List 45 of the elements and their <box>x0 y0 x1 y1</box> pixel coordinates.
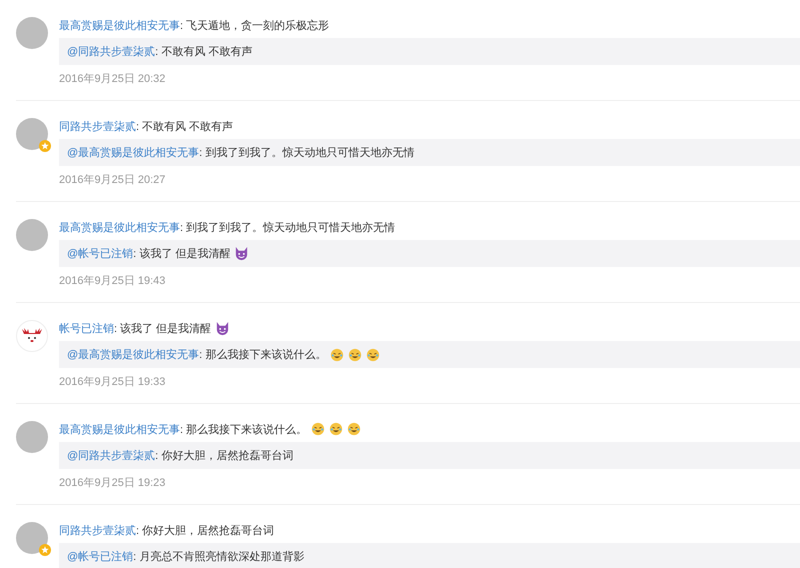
user-link[interactable]: @帐号已注销 <box>67 246 134 261</box>
avatar-photo-placeholder[interactable] <box>16 219 48 251</box>
avatar-photo-placeholder[interactable] <box>16 522 48 554</box>
user-link[interactable]: 同路共步壹柒贰 <box>59 522 136 538</box>
comment-text: : 飞天遁地，贪一刻的乐极忘形 <box>180 18 330 32</box>
user-link[interactable]: @帐号已注销 <box>67 549 134 564</box>
comment-text: : 到我了到我了。惊天动地只可惜天地亦无情 <box>180 220 396 234</box>
user-link[interactable]: @最高赏赐是彼此相安无事 <box>67 347 200 362</box>
reply-text: : 到我了到我了。惊天动地只可惜天地亦无情 <box>199 146 414 160</box>
comment-text: : 那么我接下来该说什么。 <box>180 422 308 436</box>
user-link[interactable]: 最高赏赐是彼此相安无事 <box>59 422 180 436</box>
user-link[interactable]: @同路共步壹柒贰 <box>67 44 156 59</box>
star-badge-icon <box>39 140 51 152</box>
comment-text: : 该我了 但是我清醒 <box>114 322 212 336</box>
user-link[interactable]: @同路共步壹柒贰 <box>67 448 156 463</box>
avatar-photo-placeholder[interactable] <box>16 421 48 453</box>
reply-text: : 月亮总不肯照亮情欲深处那道背影 <box>133 550 304 564</box>
user-link[interactable]: 帐号已注销 <box>59 320 114 336</box>
reply-text: : 你好大胆，居然抢磊哥台词 <box>155 449 294 463</box>
timestamp: 2016年9月25日 19:43 <box>59 275 166 288</box>
timestamp: 2016年9月25日 20:32 <box>59 73 166 86</box>
devil-emoji-icon <box>234 246 250 261</box>
timestamp: 2016年9月25日 19:23 <box>59 477 166 490</box>
timestamp: 2016年9月25日 19:33 <box>59 376 166 389</box>
devil-emoji-icon <box>215 320 230 336</box>
comment-text: : 你好大胆，居然抢磊哥台词 <box>136 524 274 538</box>
laughing-emoji-icon <box>348 348 362 362</box>
laughing-emoji-icon <box>347 422 362 436</box>
laughing-emoji-icon <box>329 422 344 436</box>
star-badge-icon <box>39 544 51 556</box>
user-link[interactable]: 同路共步壹柒贰 <box>59 118 136 134</box>
laughing-emoji-icon <box>330 348 344 362</box>
reply-text: : 那么我接下来该说什么。 <box>199 348 326 362</box>
reply-text: : 不敢有风 不敢有声 <box>155 45 252 59</box>
user-link[interactable]: 最高赏赐是彼此相安无事 <box>59 220 180 234</box>
reply-text: : 该我了 但是我清醒 <box>133 246 230 261</box>
avatar-photo-placeholder[interactable] <box>16 17 48 49</box>
laughing-emoji-icon <box>366 348 380 362</box>
comment-text: : 不敢有风 不敢有声 <box>136 120 234 134</box>
avatar-photo-placeholder[interactable] <box>16 118 48 150</box>
cartoon-avatar[interactable] <box>16 320 48 352</box>
laughing-emoji-icon <box>311 422 326 436</box>
timestamp: 2016年9月25日 20:27 <box>59 174 166 187</box>
user-link[interactable]: @最高赏赐是彼此相安无事 <box>67 145 200 160</box>
user-link[interactable]: 最高赏赐是彼此相安无事 <box>59 18 180 32</box>
